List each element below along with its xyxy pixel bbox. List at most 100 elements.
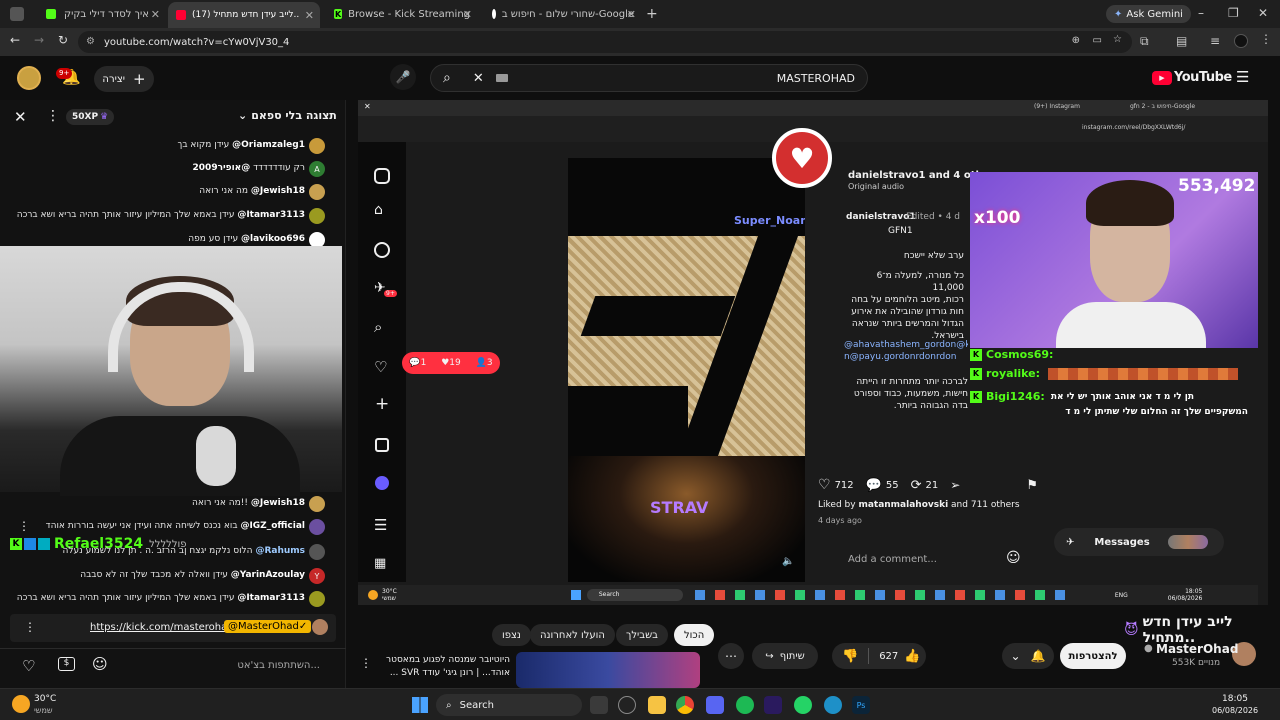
avatar[interactable] <box>309 519 325 535</box>
chip-watched[interactable]: נצפו <box>492 624 531 646</box>
share-button[interactable]: ↪ שיתוף <box>752 643 818 669</box>
create-button[interactable]: יצירה + <box>94 66 154 92</box>
reload-icon[interactable]: ↻ <box>58 33 68 47</box>
avatar[interactable] <box>309 208 325 224</box>
url-field[interactable]: ⚙ youtube.com/watch?v=cYw0VjV30_4 ⊕ ▭ ☆ <box>78 31 1132 53</box>
super-chat-icon[interactable]: $ <box>58 657 75 671</box>
address-bar-row: ← → ↻ ⚙ youtube.com/watch?v=cYw0VjV30_4 … <box>0 28 1280 56</box>
like-icon[interactable]: 👍 <box>904 649 920 664</box>
tab-search-icon[interactable] <box>10 7 24 21</box>
avatar[interactable] <box>312 619 328 635</box>
avatar[interactable] <box>309 544 325 560</box>
keyboard-icon[interactable] <box>495 74 508 82</box>
voice-search-icon[interactable]: 🎤 <box>390 64 416 90</box>
notification-bell-button[interactable]: ⌄ 🔔 <box>1002 643 1054 669</box>
cast-icon[interactable]: ▭ <box>1093 35 1102 46</box>
more-actions-button[interactable]: ⋯ <box>718 643 744 669</box>
chat-more-icon[interactable]: ⋮ <box>46 108 60 124</box>
maximize-icon[interactable]: ❐ <box>1228 6 1239 20</box>
chip-label: הכול <box>684 629 705 641</box>
avatar[interactable] <box>309 138 325 154</box>
avatar[interactable]: Y <box>309 568 325 584</box>
discord-icon[interactable] <box>706 696 724 714</box>
photoshop-icon[interactable]: Ps <box>852 696 870 714</box>
share-icon: ↪ <box>765 650 774 662</box>
zoom-icon[interactable]: ⊕ <box>1072 35 1080 46</box>
chip-for-you[interactable]: בשבילך <box>616 624 668 646</box>
back-icon[interactable]: ← <box>10 33 20 47</box>
browser-tab-bar: איך לסדר דילי בקיק ✕ (17) לייב עידן חדש … <box>0 0 1280 28</box>
pinned-more-icon[interactable]: ⋮ <box>24 620 36 634</box>
menu-hamburger-icon[interactable]: ☰ <box>1236 68 1249 86</box>
weather-icon[interactable] <box>12 695 30 713</box>
chevron-down-icon: ⌄ <box>238 109 248 122</box>
message-more-icon[interactable]: ⋮ <box>18 519 30 533</box>
minimize-icon[interactable]: – <box>1198 6 1204 20</box>
volume-icon: 🔈 <box>782 556 795 567</box>
tab-favicon <box>46 9 56 19</box>
tab-2-active[interactable]: (17) לייב עידן חדש מתחיל.. ✕ <box>168 2 320 28</box>
close-chat-icon[interactable]: ✕ <box>14 108 27 126</box>
ask-gemini-button[interactable]: ✦ Ask Gemini <box>1106 5 1191 23</box>
close-icon[interactable]: ✕ <box>151 8 160 21</box>
avatar[interactable] <box>309 184 325 200</box>
chat-filter-dropdown[interactable]: ⌄ תצוגה בלי ספאם <box>238 109 337 122</box>
extensions-icon[interactable]: ⧉ <box>1140 34 1149 49</box>
new-tab-icon[interactable]: + <box>646 6 658 22</box>
close-icon[interactable]: ✕ <box>627 8 636 21</box>
sidepanel-icon[interactable]: ▤ <box>1176 34 1187 48</box>
menu-icon: ☰ <box>374 516 388 534</box>
caption-line: כל מנורה, למעלה מ־6 11,000 <box>876 271 964 293</box>
file-explorer-icon[interactable] <box>648 696 666 714</box>
heart-icon[interactable]: ♡ <box>22 657 35 675</box>
search-input[interactable]: MASTEROHAD <box>777 72 855 85</box>
premiere-icon[interactable] <box>764 696 782 714</box>
chat-input[interactable]: השתתפות בצ'אט... <box>237 660 320 671</box>
chip-all[interactable]: הכול <box>674 624 715 646</box>
tab-1[interactable]: איך לסדר דילי בקיק ✕ <box>38 4 166 24</box>
profile-avatar[interactable] <box>1234 34 1248 48</box>
chrome-icon[interactable] <box>676 696 694 714</box>
dislike-icon[interactable]: 👎 <box>842 649 858 664</box>
close-icon[interactable]: ✕ <box>463 8 472 21</box>
youtube-logo[interactable]: ▶ YouTube <box>1152 70 1232 85</box>
tab-title: (17) לייב עידן חדש מתחיל.. <box>192 10 300 20</box>
channel-name[interactable]: MasterOhad <box>1156 642 1238 656</box>
search-icon[interactable]: ⌕ <box>443 70 451 86</box>
taskview-icon[interactable] <box>590 696 608 714</box>
chip-recent[interactable]: הועלו לאחרונה <box>530 624 615 646</box>
close-icon[interactable]: ✕ <box>305 9 314 22</box>
create-label: יצירה <box>102 73 125 85</box>
tab-4[interactable]: שחורי שלום - חיפוש ב-Google ✕ <box>484 4 642 24</box>
emoji-icon: ☺ <box>1006 550 1021 566</box>
recommended-video[interactable]: ⋮ היוטיובר שמנסה לפגוע במאסטר אוהד... | … <box>358 652 704 688</box>
windows-start-icon[interactable] <box>412 697 428 713</box>
more-icon[interactable]: ⋮ <box>360 656 372 670</box>
spotify-icon[interactable] <box>736 696 754 714</box>
reading-list-icon[interactable]: ≡ <box>1210 34 1220 48</box>
message-text: מה אני רואה!! <box>191 498 248 508</box>
video-player[interactable]: ✕ (9+) Instagram gfn 2 - חיפוש ב-Google … <box>358 100 1268 605</box>
site-info-icon[interactable]: ⚙ <box>86 36 95 47</box>
instagram-logo-icon <box>374 168 390 184</box>
avatar[interactable] <box>309 496 325 512</box>
search-box: ⌕ ✕ MASTEROHAD <box>430 64 868 92</box>
emoji-icon[interactable]: ☺ <box>92 655 108 673</box>
forward-icon[interactable]: → <box>34 33 44 47</box>
avatar[interactable] <box>309 591 325 607</box>
channel-avatar[interactable] <box>17 66 41 90</box>
app-icon[interactable] <box>618 696 636 714</box>
subscribe-button[interactable]: להצטרפות <box>1060 643 1126 669</box>
avatar[interactable]: A <box>309 161 325 177</box>
bookmark-star-icon[interactable]: ☆ <box>1113 34 1122 45</box>
taskbar-search[interactable]: ⌕ Search <box>436 694 582 716</box>
edge-icon[interactable] <box>824 696 842 714</box>
browser-menu-icon[interactable]: ⋮ <box>1260 32 1272 46</box>
pinned-link[interactable]: https://kick.com/masterohad <box>90 622 234 633</box>
tab-3[interactable]: K Browse - Kick Streaming ✕ <box>326 4 478 24</box>
clear-search-icon[interactable]: ✕ <box>473 71 484 86</box>
message-author: @YarinAzoulay <box>230 570 305 580</box>
close-window-icon[interactable]: ✕ <box>1258 6 1268 20</box>
whatsapp-icon[interactable] <box>794 696 812 714</box>
subscribe-label: להצטרפות <box>1068 650 1118 662</box>
